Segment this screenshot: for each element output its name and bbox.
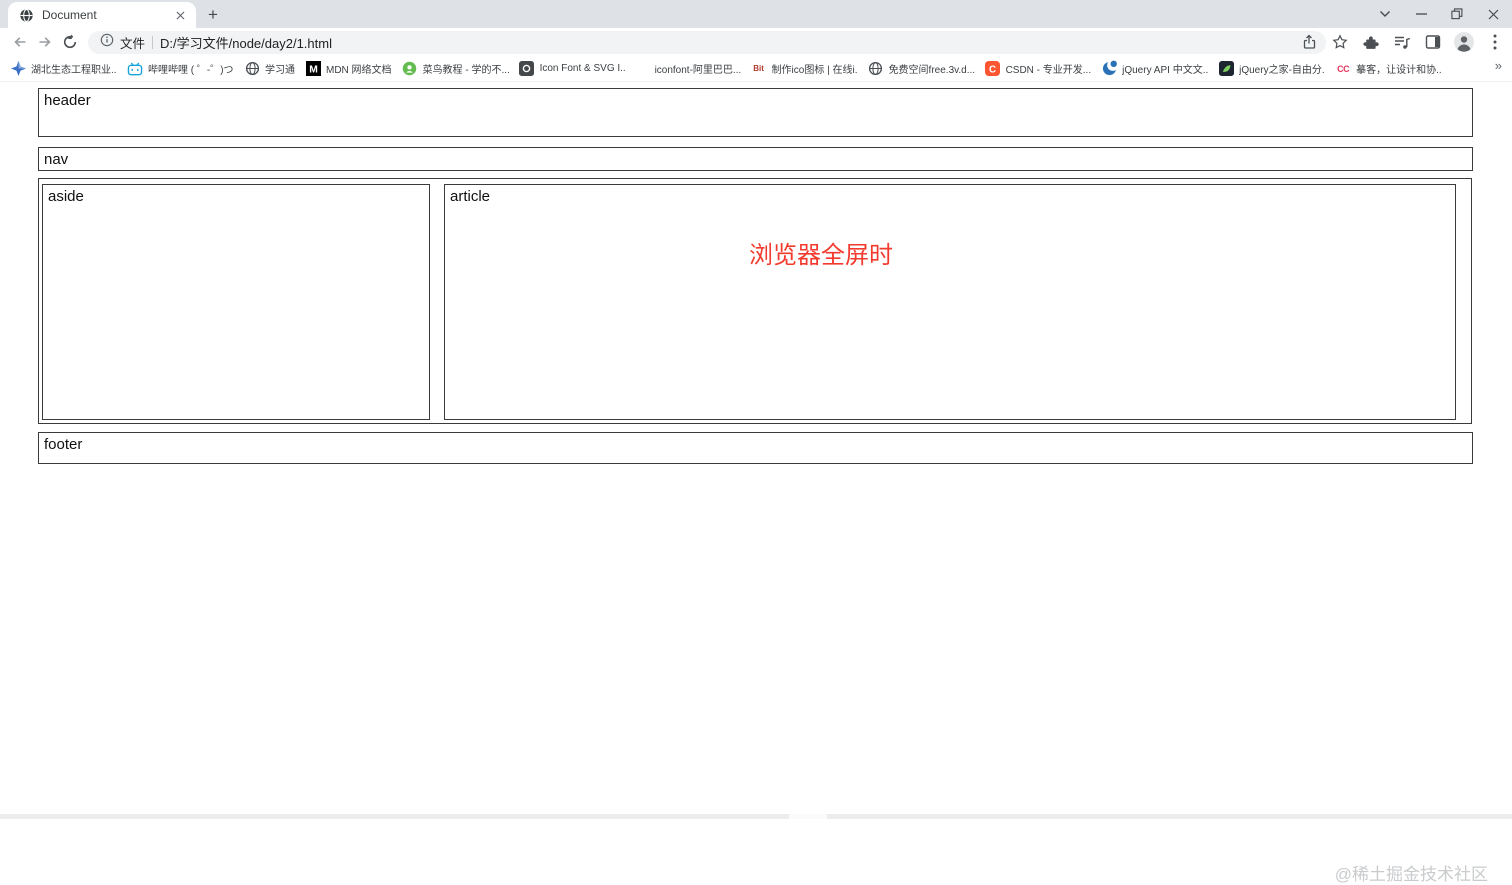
extensions-puzzle-icon[interactable]	[1360, 31, 1382, 53]
iconfont-icon	[636, 62, 650, 76]
browser-toolbar: 文件 D:/学习文件/node/day2/1.html	[0, 28, 1512, 56]
mdn-icon: M	[305, 61, 321, 77]
header-label: header	[44, 92, 91, 109]
aside-box: aside	[42, 184, 430, 420]
globe-icon	[868, 61, 884, 77]
url-text[interactable]: D:/学习文件/node/day2/1.html	[160, 33, 332, 52]
tab-search-chevron-icon[interactable]	[1368, 0, 1402, 28]
footer-label: footer	[44, 436, 83, 453]
article-box: article 浏览器全屏时	[444, 184, 1456, 420]
reload-icon[interactable]	[58, 30, 82, 54]
bookmark-label: 免费空间free.3v.d...	[888, 65, 975, 76]
bookmark-item[interactable]: 菜鸟教程 - 学的不...	[402, 61, 509, 77]
bookmark-item[interactable]: Bit 制作ico图标 | 在线i...	[751, 61, 858, 77]
juejin-watermark: @稀土掘金技术社区	[1334, 865, 1488, 884]
bookmark-item[interactable]: jQuery API 中文文...	[1101, 59, 1209, 77]
bookmark-label: CSDN - 专业开发...	[1005, 65, 1092, 76]
csdn-icon: C	[985, 61, 1001, 77]
bookmark-item[interactable]: 学习通	[244, 61, 295, 77]
omnibox-separator	[152, 36, 154, 49]
taskbar-edge	[0, 814, 1512, 819]
bookmark-label: jQuery API 中文文...	[1122, 65, 1209, 76]
compass-icon	[10, 61, 26, 77]
svg-text:C: C	[989, 64, 996, 75]
bookmark-label: MDN 网络文档	[326, 65, 392, 76]
bookmark-label: 摹客，让设计和协...	[1356, 65, 1443, 76]
bookmark-item[interactable]: C CSDN - 专业开发...	[985, 61, 1092, 77]
header-box: header	[38, 88, 1473, 137]
url-scheme-label: 文件	[120, 37, 146, 51]
bookmark-label: iconfont-阿里巴巴...	[654, 65, 741, 76]
aside-label: aside	[48, 188, 84, 205]
taskbar-edge-highlight	[789, 814, 827, 819]
svg-text:M: M	[309, 65, 318, 76]
article-label: article	[450, 188, 491, 205]
nav-box: nav	[38, 147, 1473, 171]
bookmark-label: 湖北生态工程职业...	[31, 65, 117, 76]
kebab-menu-icon[interactable]	[1484, 31, 1506, 53]
mockplus-cc-icon: CC	[1337, 63, 1350, 74]
bookmark-item[interactable]: iconfont-阿里巴巴...	[636, 61, 741, 76]
window-close-button[interactable]	[1476, 0, 1510, 28]
info-circle-icon[interactable]	[100, 33, 114, 52]
jquery-icon	[1101, 59, 1119, 77]
browser-tab[interactable]: Document	[8, 2, 196, 28]
window-minimize-button[interactable]	[1404, 0, 1438, 28]
media-controls-icon[interactable]	[1391, 31, 1413, 53]
bookmarks-overflow-chevron[interactable]: »	[1495, 58, 1502, 73]
tab-title: Document	[42, 8, 97, 22]
bookmark-label: Icon Font & SVG I...	[539, 63, 626, 74]
side-panel-icon[interactable]	[1422, 31, 1444, 53]
bookmark-label: jQuery之家-自由分...	[1239, 65, 1326, 76]
bookmark-label: 菜鸟教程 - 学的不...	[422, 65, 509, 76]
bookmark-item[interactable]: jQuery之家-自由分...	[1218, 61, 1325, 77]
bookmark-item[interactable]: 免费空间free.3v.d...	[868, 61, 975, 77]
bookmarks-bar: 湖北生态工程职业... 哔哩哔哩 ( ゜-゜)つ... 学习通 M MDN 网络…	[0, 56, 1512, 82]
nav-label: nav	[44, 151, 69, 168]
tab-strip: Document +	[0, 0, 1512, 28]
bookmark-star-icon[interactable]	[1329, 31, 1351, 53]
bitbug-icon: Bit	[753, 63, 764, 73]
bookmark-label: 哔哩哔哩 ( ゜-゜)つ...	[148, 65, 234, 76]
page-viewport: header nav aside article 浏览器全屏时 footer @…	[0, 82, 1512, 884]
bookmark-item[interactable]: M MDN 网络文档	[305, 61, 392, 77]
bookmark-item[interactable]: 湖北生态工程职业...	[10, 61, 117, 77]
share-icon[interactable]	[1298, 31, 1320, 53]
back-arrow-icon[interactable]	[8, 30, 32, 54]
bookmark-item[interactable]: 哔哩哔哩 ( ゜-゜)つ...	[127, 61, 234, 77]
window-restore-button[interactable]	[1440, 0, 1474, 28]
tab-close-icon[interactable]	[172, 7, 188, 23]
bookmark-label: 学习通	[265, 65, 295, 76]
address-bar[interactable]: 文件 D:/学习文件/node/day2/1.html	[88, 31, 1326, 54]
footer-box: footer	[38, 432, 1473, 464]
globe-icon	[244, 61, 260, 77]
runoob-icon	[402, 61, 418, 77]
icomoon-icon	[519, 61, 535, 77]
bookmark-item[interactable]: CC 摹客，让设计和协...	[1335, 61, 1442, 77]
forward-arrow-icon[interactable]	[33, 30, 57, 54]
tab-favicon-globe-icon	[18, 7, 34, 23]
new-tab-button[interactable]: +	[202, 4, 224, 26]
article-message: 浏览器全屏时	[749, 242, 893, 269]
bookmark-item[interactable]: Icon Font & SVG I...	[519, 61, 626, 77]
bilibili-icon	[127, 61, 143, 77]
bookmark-label: 制作ico图标 | 在线i...	[771, 65, 858, 76]
leaf-icon	[1218, 61, 1234, 77]
profile-avatar[interactable]	[1453, 31, 1475, 53]
